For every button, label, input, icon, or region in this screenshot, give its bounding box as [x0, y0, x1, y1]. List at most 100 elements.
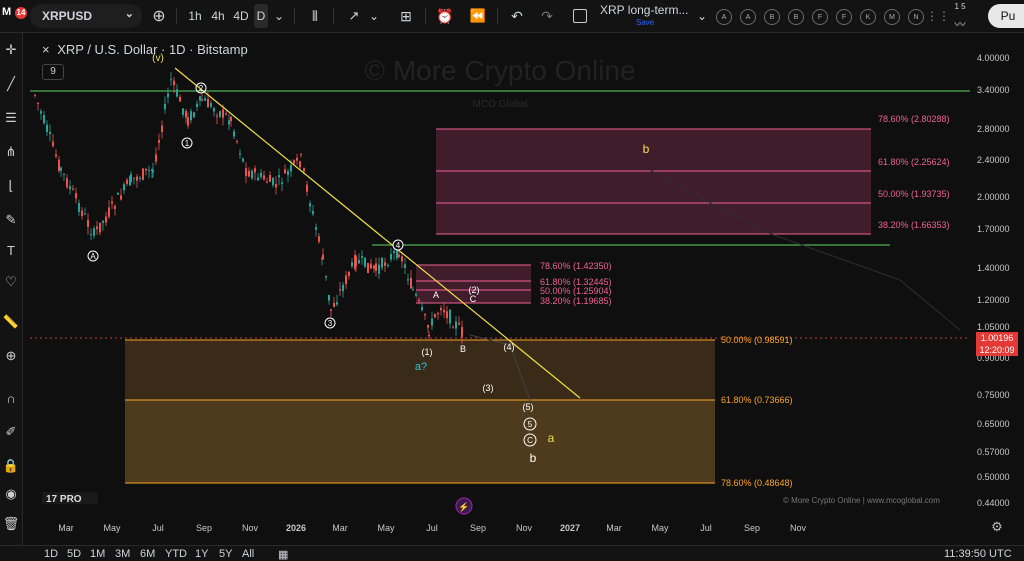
indicators-dropdown-icon[interactable]: ⌄	[367, 4, 381, 28]
magnet-icon[interactable]: ∩	[0, 387, 22, 409]
indicator-collapse-button[interactable]: 9	[42, 64, 64, 80]
candle-body	[139, 177, 141, 179]
range-5y-button[interactable]: 5Y	[219, 548, 232, 560]
templates-icon[interactable]: ⊞	[396, 4, 416, 28]
drawing-tool-b1[interactable]: B	[764, 9, 780, 25]
interval-1h-button[interactable]: 1h	[184, 4, 206, 28]
layout-icon[interactable]	[570, 4, 590, 28]
candle-body	[136, 176, 138, 181]
close-legend-icon[interactable]: ×	[42, 42, 50, 57]
undo-icon[interactable]: ↶	[507, 4, 527, 28]
settings-gear-icon[interactable]: ⚙	[991, 519, 1003, 534]
range-5d-button[interactable]: 5D	[67, 548, 81, 560]
layout-name[interactable]: XRP long-term...	[600, 2, 696, 18]
range-1d-button[interactable]: 1D	[44, 548, 58, 560]
candle-body	[398, 254, 400, 257]
candle-body	[93, 228, 95, 236]
candle-body	[393, 250, 395, 253]
last-price: 1.00196	[980, 333, 1014, 343]
crosshair-icon[interactable]: ✛	[0, 39, 22, 61]
candle-body	[161, 125, 163, 132]
candle-body	[75, 193, 77, 199]
redo-icon[interactable]: ↷	[537, 4, 557, 28]
text-tool-icon[interactable]: T	[0, 239, 22, 261]
symbol-label: XRPUSD	[42, 9, 93, 23]
fib-tool-icon[interactable]: ⌊	[0, 175, 22, 197]
candle-body	[404, 264, 406, 269]
candle-body	[158, 139, 160, 143]
candle-body	[290, 165, 292, 172]
drawing-toolbar: ✛ ╱ ☰ ⋔ ⌊ ✎ T ♡ 📏 ⊕ ∩ ✐ 🔒 ◉ 🗑	[0, 33, 23, 545]
zoom-icon[interactable]: ⊕	[0, 345, 22, 367]
range-6m-button[interactable]: 6M	[140, 548, 155, 560]
range-1m-button[interactable]: 1M	[90, 548, 105, 560]
replay-icon[interactable]: ⏪	[468, 4, 488, 28]
symbol-search-button[interactable]: XRPUSD ⌄	[30, 4, 142, 28]
candle-body	[96, 226, 98, 230]
candle-body	[204, 98, 206, 101]
wave-label-a: A	[90, 252, 96, 261]
drawing-tool-f1[interactable]: F	[812, 9, 828, 25]
time-tick: Jul	[152, 523, 164, 533]
drawing-tool-k[interactable]: K	[860, 9, 876, 25]
trash-icon[interactable]: 🗑	[0, 513, 22, 535]
range-1y-button[interactable]: 1Y	[195, 548, 208, 560]
candle-body	[312, 211, 314, 215]
interval-4h-button[interactable]: 4h	[207, 4, 229, 28]
brush-icon[interactable]: ✎	[0, 209, 22, 231]
time-tick: Mar	[58, 523, 74, 533]
interval-4d-button[interactable]: 4D	[230, 4, 252, 28]
chart-legend[interactable]: × XRP / U.S. Dollar · 1D · Bitstamp	[42, 42, 248, 57]
publish-button[interactable]: Pu	[988, 4, 1024, 28]
candle-body	[407, 279, 409, 281]
trendline-icon[interactable]: ╱	[0, 73, 22, 95]
alert-icon[interactable]: ⏰	[435, 4, 455, 28]
candle-body	[142, 168, 144, 180]
date-range-icon[interactable]: ▦	[278, 548, 288, 561]
interval-dropdown-icon[interactable]: ⌄	[272, 4, 286, 28]
range-ytd-button[interactable]: YTD	[165, 548, 187, 560]
pitchfork-icon[interactable]: ⋔	[0, 141, 22, 163]
candle-body	[325, 275, 327, 278]
price-tick: 3.40000	[977, 85, 1010, 95]
candle-body	[421, 306, 423, 311]
interval-d-button[interactable]: D	[254, 4, 268, 28]
candle-body	[390, 254, 392, 260]
price-tick: 1.20000	[977, 295, 1010, 305]
drawing-tool-a2[interactable]: A	[740, 9, 756, 25]
time-tick: Sep	[744, 523, 760, 533]
range-3m-button[interactable]: 3M	[115, 548, 130, 560]
candle-body	[287, 171, 289, 175]
drawing-tool-f2[interactable]: F	[836, 9, 852, 25]
favorites-icon[interactable]: ♡	[0, 271, 22, 293]
range-all-button[interactable]: All	[242, 548, 254, 560]
top-toolbar: M 14 XRPUSD ⌄ ⊕ 1h 4h 4D D ⌄ ⫴ ↗ ⌄ ⊞ ⏰ ⏪…	[0, 0, 1024, 33]
lock-drawing-icon[interactable]: ✐	[0, 421, 22, 443]
add-symbol-icon[interactable]: ⊕	[150, 4, 168, 28]
candles-icon[interactable]: ⫴	[305, 4, 325, 28]
drag-handle-icon[interactable]: ⋮⋮	[926, 4, 950, 28]
drawing-tool-n[interactable]: N	[908, 9, 924, 25]
candle-body	[333, 303, 335, 307]
tradingview-logo[interactable]: M 14	[2, 6, 27, 26]
ruler-icon[interactable]: 📏	[0, 311, 22, 333]
horizontal-lines-icon[interactable]: ☰	[0, 107, 22, 129]
utc-clock[interactable]: 11:39:50 UTC	[944, 548, 1012, 560]
candle-body	[72, 188, 74, 190]
lock-icon[interactable]: 🔒	[0, 455, 22, 477]
drawing-tool-b2[interactable]: B	[788, 9, 804, 25]
price-tick: 2.00000	[977, 192, 1010, 202]
drawing-tool-m[interactable]: M	[884, 9, 900, 25]
eye-icon[interactable]: ◉	[0, 483, 22, 505]
fib-lower-618: 61.80% (0.73666)	[721, 395, 793, 405]
layout-dropdown-icon[interactable]: ⌄	[696, 4, 708, 28]
save-link[interactable]: Save	[636, 18, 654, 27]
candle-body	[381, 257, 383, 268]
candle-body	[260, 172, 262, 177]
time-tick: Sep	[196, 523, 212, 533]
candle-body	[210, 103, 212, 107]
indicators-icon[interactable]: ↗	[343, 4, 365, 28]
price-chart[interactable]: © More Crypto Online MCO Global 78.60% (…	[23, 33, 1024, 545]
drawing-tool-a1[interactable]: A	[716, 9, 732, 25]
candle-body	[78, 203, 80, 212]
